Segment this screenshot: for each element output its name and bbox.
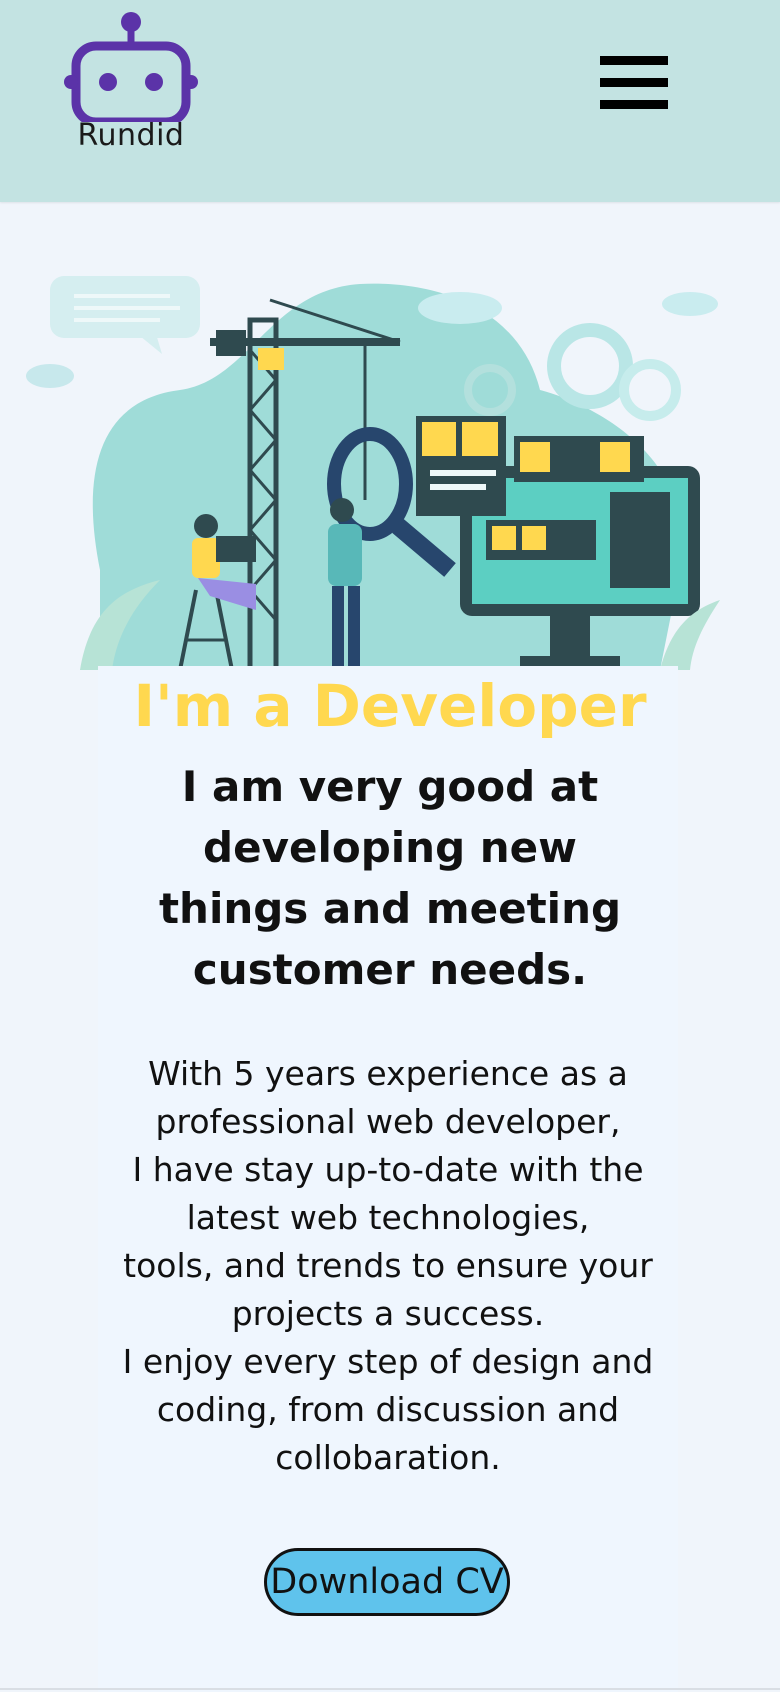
site-header: Rundid	[0, 0, 780, 202]
bio-line: I enjoy every step of design and coding,…	[122, 1342, 654, 1477]
page-bottom-divider	[0, 1688, 780, 1690]
bio-line: I have stay up-to-date with the latest w…	[132, 1150, 644, 1237]
hamburger-menu-icon[interactable]	[600, 56, 674, 118]
bio-line: tools, and trends to ensure your project…	[123, 1246, 653, 1333]
hero-title: I'm a Developer	[133, 672, 647, 740]
bio-line: With 5 years experience as a professiona…	[148, 1054, 628, 1141]
developer-construction-illustration	[20, 270, 760, 690]
bio-text: With 5 years experience as a professiona…	[108, 1050, 668, 1482]
logo-text: Rundid	[77, 118, 185, 153]
hero-subtitle: I am very good at developing new things …	[158, 762, 622, 994]
robot-logo-icon	[64, 12, 198, 127]
download-cv-button[interactable]: Download CV	[264, 1548, 510, 1616]
